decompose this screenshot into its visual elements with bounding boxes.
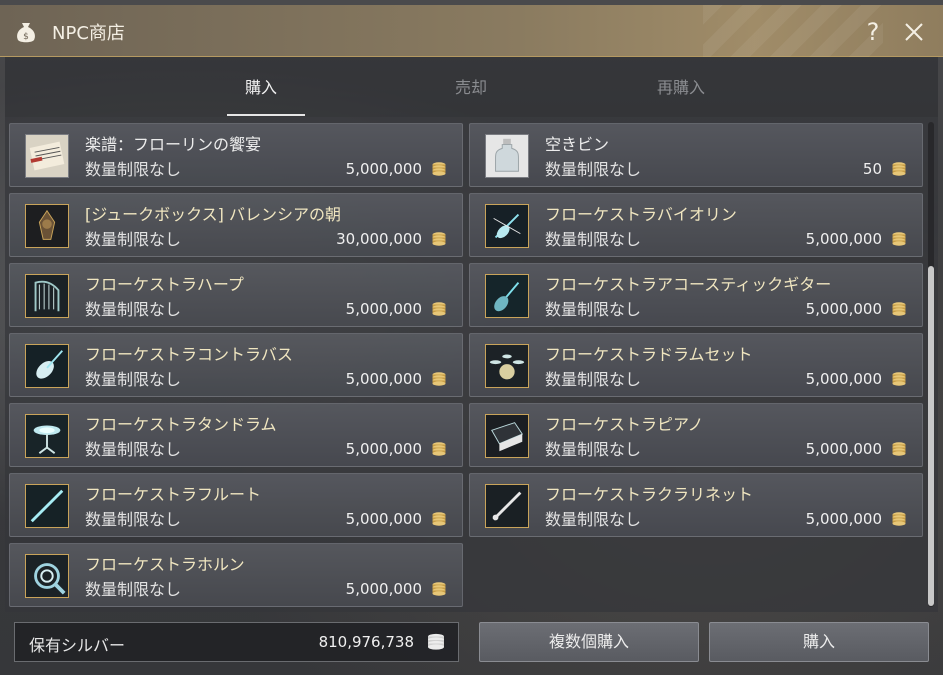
shop-item-limit: 数量制限なし xyxy=(545,440,642,459)
shop-item-limit: 数量制限なし xyxy=(85,440,182,459)
shop-item-card[interactable]: フローケストラピアノ 数量制限なし 5,000,000 xyxy=(469,403,923,467)
silver-coin-icon xyxy=(431,371,447,387)
shop-item-card[interactable]: 空きビン数量制限なし 50 xyxy=(469,123,923,187)
shop-item-name: フローケストラホルン xyxy=(85,555,245,574)
shop-item-price: 30,000,000 xyxy=(336,230,422,248)
owned-silver-value: 810,976,738 xyxy=(318,633,414,651)
svg-text:$: $ xyxy=(23,32,29,42)
shop-item-price: 5,000,000 xyxy=(345,510,422,528)
clarinet-icon xyxy=(485,484,529,528)
tab-buyback[interactable]: 再購入 xyxy=(631,74,731,98)
title-bar[interactable]: $ NPC商店 ? xyxy=(0,5,943,57)
shop-item-card[interactable]: フローケストラコントラバス 数量制限なし 5,000,000 xyxy=(9,333,463,397)
shop-item-price: 5,000,000 xyxy=(345,370,422,388)
silver-coin-icon xyxy=(891,371,907,387)
money-bag-icon: $ xyxy=(17,23,35,43)
tab-buy[interactable]: 購入 xyxy=(211,74,311,98)
shop-item-name: フローケストラアコースティックギター xyxy=(545,275,832,294)
owned-silver-label: 保有シルバー xyxy=(29,636,126,655)
bulk-buy-button[interactable]: 複数個購入 xyxy=(479,622,699,662)
owned-silver-box: 保有シルバー 810,976,738 xyxy=(14,622,459,662)
harp-icon xyxy=(25,274,69,318)
shop-item-name: フローケストラコントラバス xyxy=(85,345,293,364)
piano-icon xyxy=(485,414,529,458)
silver-coin-icon xyxy=(431,301,447,317)
shop-item-card[interactable]: フローケストラタンドラム 数量制限なし 5,000,000 xyxy=(9,403,463,467)
shop-item-card[interactable]: フローケストラドラムセット 数量制限なし 5,000,000 xyxy=(469,333,923,397)
shop-item-limit: 数量制限なし xyxy=(545,510,642,529)
silver-coin-icon xyxy=(891,441,907,457)
shop-item-card[interactable]: フローケストラバイオリン 数量制限なし 5,000,000 xyxy=(469,193,923,257)
shop-item-name: フローケストラドラムセット xyxy=(545,345,753,364)
help-button[interactable]: ? xyxy=(860,17,886,47)
shop-item-limit: 数量制限なし xyxy=(545,160,642,179)
shop-item-name: フローケストラハープ xyxy=(85,275,244,294)
shop-item-name: [ジュークボックス] バレンシアの朝 xyxy=(85,205,341,224)
shop-item-limit: 数量制限なし xyxy=(85,230,182,249)
silver-coin-icon xyxy=(891,231,907,247)
shop-item-name: フローケストラピアノ xyxy=(545,415,704,434)
shop-item-name: 楽譜：フローリンの饗宴 xyxy=(85,135,262,154)
shop-item-card[interactable]: [ジュークボックス] バレンシアの朝 数量制限なし 30,000,000 xyxy=(9,193,463,257)
shop-item-name: フローケストラフルート xyxy=(85,485,262,504)
silver-coin-icon xyxy=(891,511,907,527)
silver-coin-icon xyxy=(431,441,447,457)
shop-item-limit: 数量制限なし xyxy=(545,370,642,389)
close-icon[interactable] xyxy=(900,17,928,47)
shop-item-price: 5,000,000 xyxy=(805,230,882,248)
tab-sell[interactable]: 売却 xyxy=(421,74,521,98)
shop-item-price: 5,000,000 xyxy=(805,440,882,458)
shop-item-card[interactable]: 楽譜：フローリンの饗宴 数量制限なし 5,000,000 xyxy=(9,123,463,187)
npc-shop-window: $ NPC商店 ? 購入 売却 再購入 楽譜：フローリンの饗宴 数量制限なし 5,0… xyxy=(0,0,943,675)
shop-item-price: 5,000,000 xyxy=(805,300,882,318)
jukebox-icon xyxy=(25,204,69,248)
silver-coin-stack-icon xyxy=(428,633,444,650)
shop-item-limit: 数量制限なし xyxy=(85,300,182,319)
shop-item-limit: 数量制限なし xyxy=(545,300,642,319)
shop-item-price: 5,000,000 xyxy=(345,160,422,178)
tab-bar: 購入 売却 再購入 xyxy=(5,57,938,117)
scrollbar-thumb[interactable] xyxy=(928,266,934,606)
silver-coin-icon xyxy=(431,511,447,527)
shop-item-price: 50 xyxy=(862,160,882,178)
horn-icon xyxy=(25,554,69,598)
silver-coin-icon xyxy=(431,161,447,177)
silver-coin-icon xyxy=(431,581,447,597)
music-score-icon xyxy=(25,134,69,178)
silver-coin-icon xyxy=(891,301,907,317)
active-tab-indicator xyxy=(227,114,305,116)
empty-bottle-icon xyxy=(485,134,529,178)
shop-item-price: 5,000,000 xyxy=(345,300,422,318)
drum-set-icon xyxy=(485,344,529,388)
shop-item-card[interactable]: フローケストラクラリネット 数量制限なし 5,000,000 xyxy=(469,473,923,537)
shop-item-card[interactable]: フローケストラフルート 数量制限なし 5,000,000 xyxy=(9,473,463,537)
title-bar-decoration xyxy=(703,5,883,57)
shop-item-limit: 数量制限なし xyxy=(85,580,182,599)
shop-item-name: フローケストラクラリネット xyxy=(545,485,754,504)
silver-coin-icon xyxy=(891,161,907,177)
shop-item-card[interactable]: フローケストラホルン 数量制限なし 5,000,000 xyxy=(9,543,463,607)
shop-item-card[interactable]: フローケストラアコースティックギター 数量制限なし 5,000,000 xyxy=(469,263,923,327)
contrabass-icon xyxy=(25,344,69,388)
shop-item-price: 5,000,000 xyxy=(805,370,882,388)
shop-item-name: 空きビン xyxy=(545,135,610,154)
shop-item-name: フローケストラタンドラム xyxy=(85,415,277,434)
shop-item-price: 5,000,000 xyxy=(345,440,422,458)
flute-icon xyxy=(25,484,69,528)
buy-button[interactable]: 購入 xyxy=(709,622,929,662)
shop-item-price: 5,000,000 xyxy=(805,510,882,528)
shop-item-name: フローケストラバイオリン xyxy=(545,205,737,224)
shop-item-limit: 数量制限なし xyxy=(85,160,182,179)
shop-item-card[interactable]: フローケストラハープ 数量制限なし 5,000,000 xyxy=(9,263,463,327)
violin-icon xyxy=(485,204,529,248)
tan-drum-icon xyxy=(25,414,69,458)
guitar-icon xyxy=(485,274,529,318)
window-title: NPC商店 xyxy=(52,23,125,44)
shop-item-limit: 数量制限なし xyxy=(85,510,182,529)
shop-item-limit: 数量制限なし xyxy=(545,230,642,249)
shop-item-price: 5,000,000 xyxy=(345,580,422,598)
shop-item-limit: 数量制限なし xyxy=(85,370,182,389)
silver-coin-icon xyxy=(431,231,447,247)
